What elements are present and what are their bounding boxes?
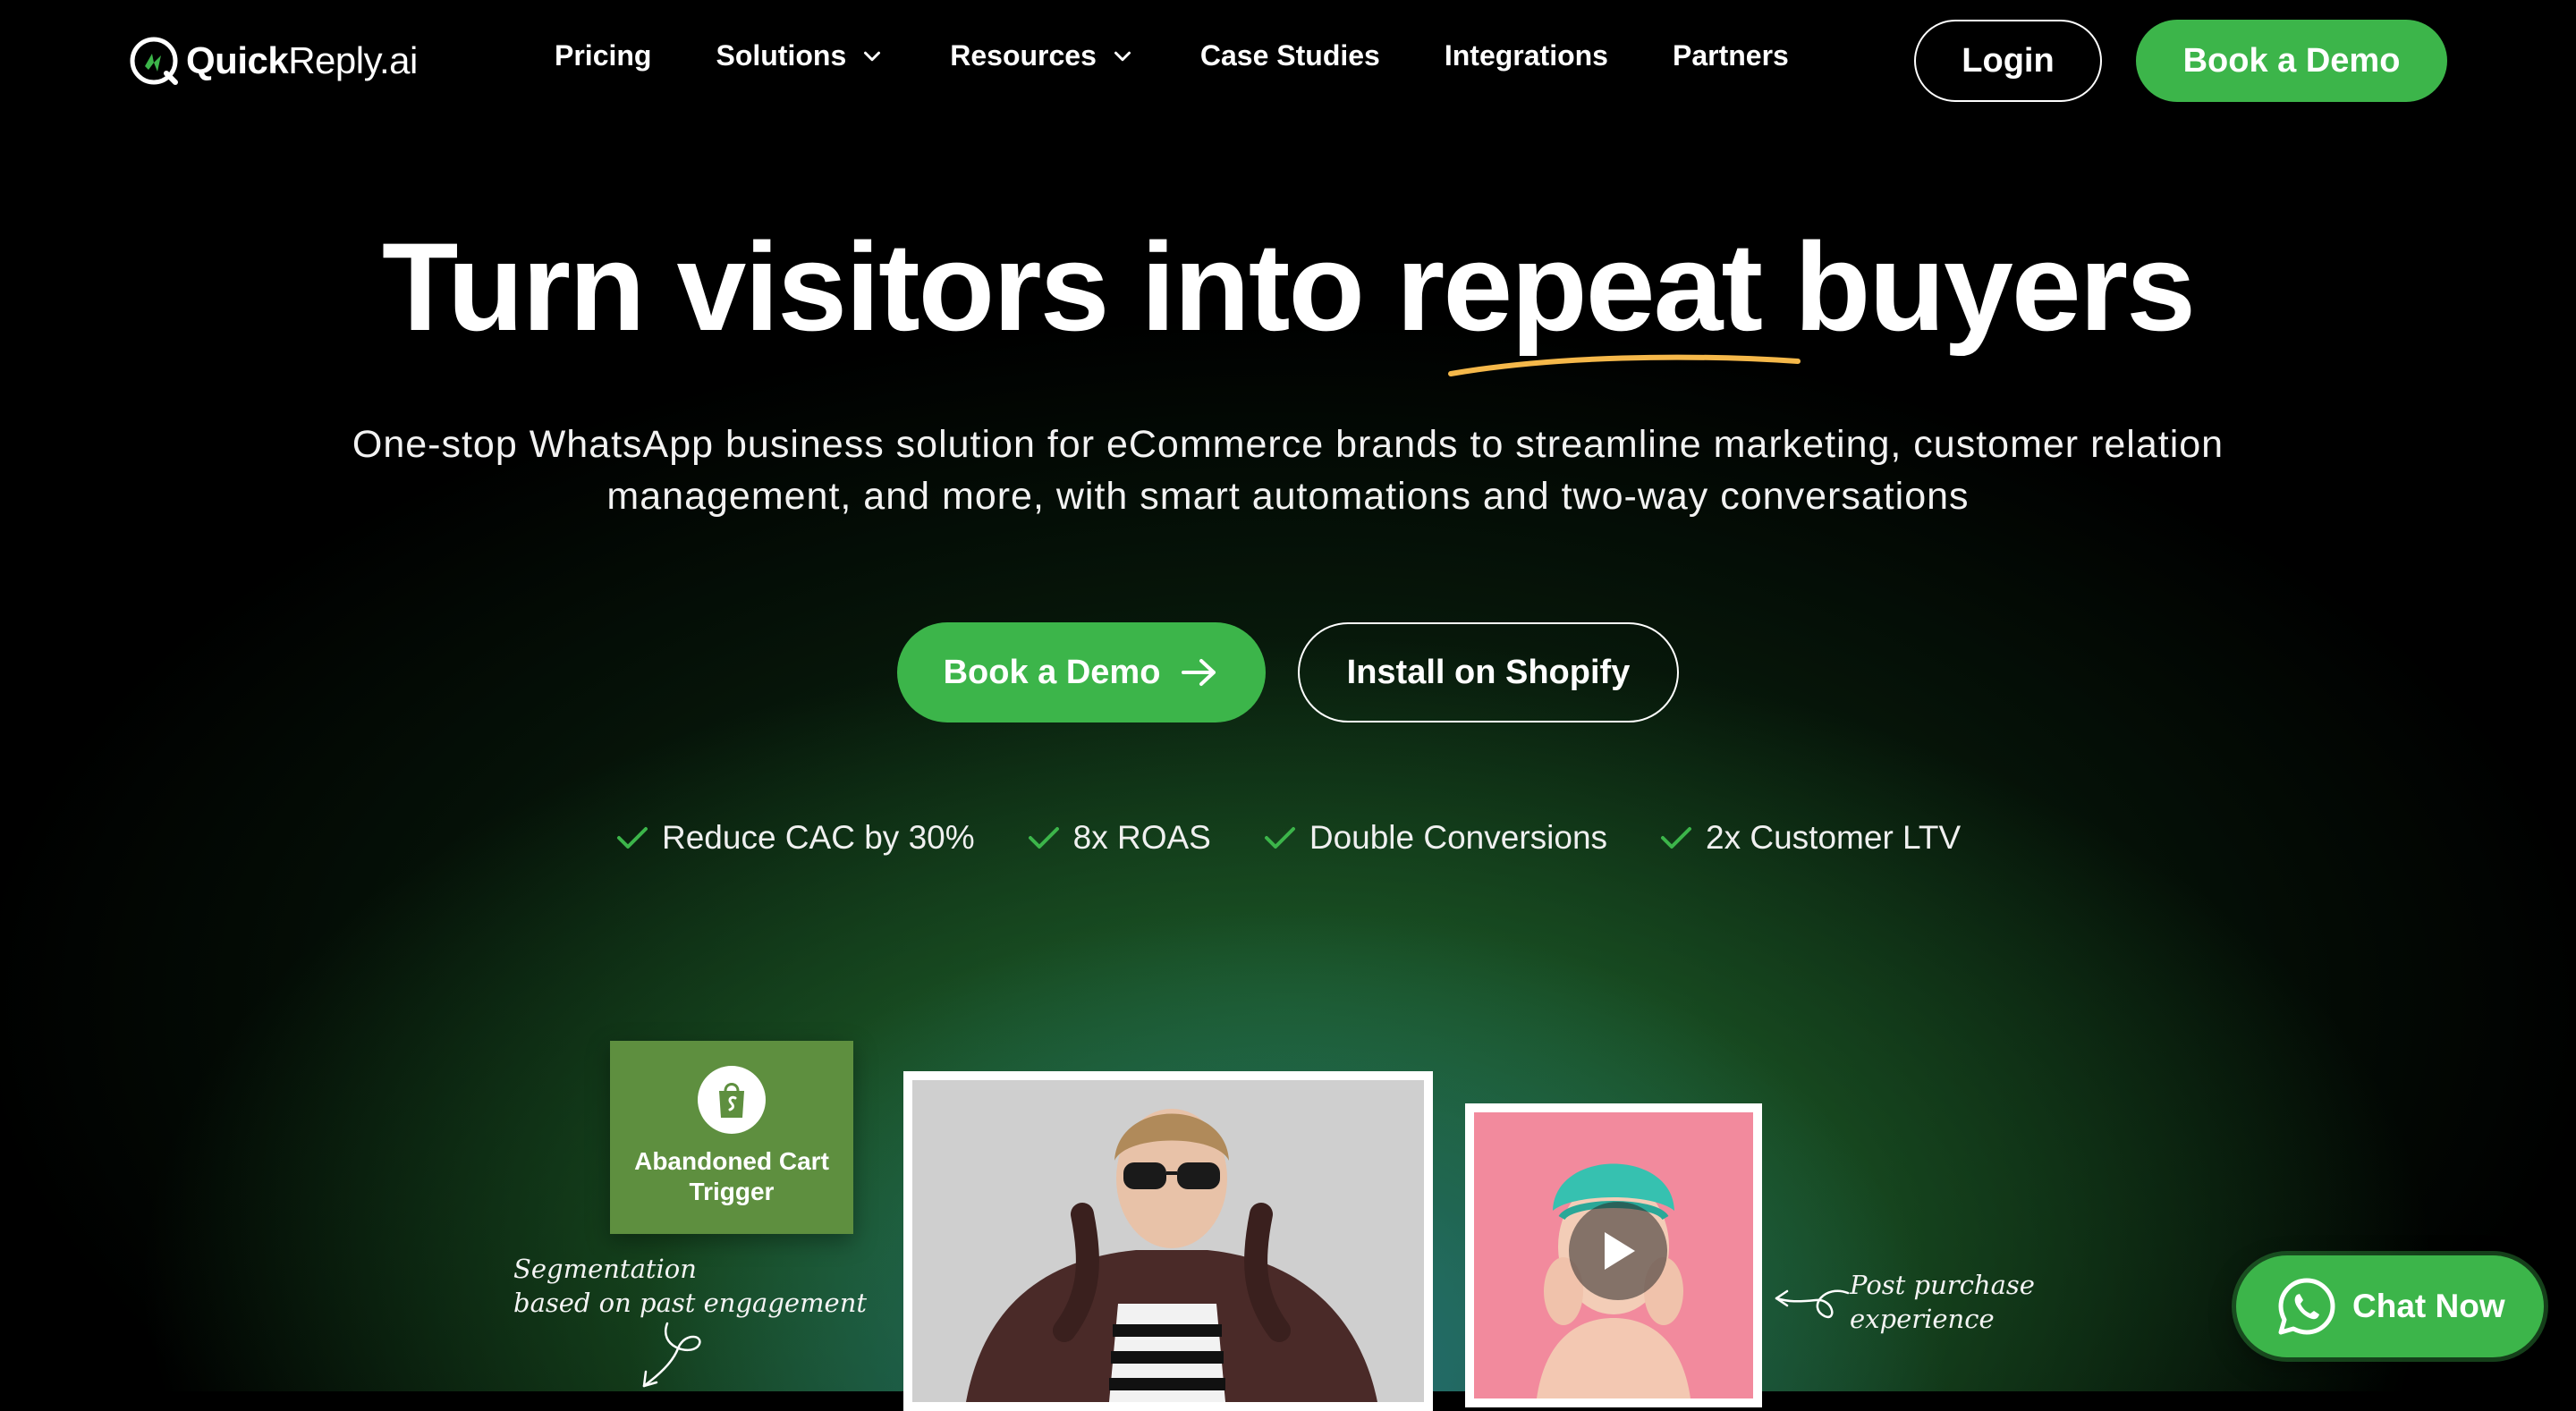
- check-icon: [1028, 827, 1059, 849]
- nav-item-partners[interactable]: Partners: [1673, 39, 1789, 72]
- chat-now-label: Chat Now: [2352, 1288, 2505, 1324]
- nav-item-label: Integrations: [1444, 39, 1608, 72]
- segmentation-note: Segmentation based on past engagement: [513, 1252, 867, 1320]
- play-icon[interactable]: [1569, 1202, 1667, 1300]
- nav-item-label: Case Studies: [1199, 39, 1380, 72]
- note-line: experience: [1850, 1304, 1995, 1334]
- fashion-model-photo: [912, 1080, 1424, 1402]
- hero-subtitle-line: management, and more, with smart automat…: [606, 475, 1970, 518]
- nav-item-resources[interactable]: Resources: [950, 39, 1136, 72]
- note-line: Post purchase: [1850, 1270, 2035, 1300]
- benefit-item: Reduce CAC by 30%: [615, 819, 975, 857]
- curly-arrow-down-icon: [642, 1322, 701, 1388]
- login-button[interactable]: Login: [1914, 20, 2102, 102]
- hero-subtitle: One-stop WhatsApp business solution for …: [268, 418, 2308, 522]
- chevron-down-icon: [1114, 51, 1131, 61]
- logo-text-bold: Quick: [186, 39, 289, 81]
- benefit-item: Double Conversions: [1263, 819, 1607, 857]
- trigger-label-line: Trigger: [689, 1178, 775, 1205]
- book-demo-button[interactable]: Book a Demo: [897, 622, 1266, 722]
- benefit-label: Double Conversions: [1309, 819, 1608, 856]
- trigger-label-line: Abandoned Cart: [634, 1147, 829, 1175]
- logo-icon: [130, 37, 178, 85]
- curly-arrow-left-icon: [1775, 1289, 1850, 1319]
- chevron-down-icon: [864, 51, 881, 61]
- skincare-video-thumbnail: [1474, 1112, 1753, 1398]
- fashion-product-image: [903, 1071, 1433, 1411]
- nav-item-label: Pricing: [555, 39, 652, 72]
- book-demo-label: Book a Demo: [943, 653, 1161, 691]
- nav-item-label: Solutions: [716, 39, 847, 72]
- benefit-item: 8x ROAS: [1027, 819, 1211, 857]
- abandoned-cart-trigger-card: Abandoned Cart Trigger: [610, 1041, 853, 1234]
- post-purchase-video-card[interactable]: [1465, 1103, 1762, 1407]
- logo-text-light: Reply.ai: [288, 39, 418, 81]
- benefit-label: 8x ROAS: [1072, 819, 1211, 856]
- nav-item-case-studies[interactable]: Case Studies: [1200, 39, 1380, 72]
- nav-links: Pricing Solutions Resources Case Studies…: [555, 39, 1853, 72]
- arrow-right-icon: [1182, 659, 1216, 686]
- check-icon: [617, 827, 648, 849]
- logo[interactable]: Quick Reply.ai: [127, 32, 418, 89]
- hero-headline: Turn visitors into repeat buyers: [381, 216, 2196, 357]
- check-icon: [1264, 827, 1295, 849]
- note-line: based on past engagement: [513, 1288, 868, 1318]
- note-line: Segmentation: [513, 1254, 697, 1284]
- install-on-shopify-button[interactable]: Install on Shopify: [1298, 622, 1679, 722]
- hero-subtitle-line: One-stop WhatsApp business solution for …: [352, 423, 2224, 466]
- book-demo-nav-button[interactable]: Book a Demo: [2136, 20, 2447, 102]
- headline-underline-decoration: [1448, 354, 1801, 376]
- benefits-list: Reduce CAC by 30% 8x ROAS Double Convers…: [615, 819, 2012, 857]
- top-navbar: Quick Reply.ai Pricing Solutions Resourc…: [0, 0, 2576, 123]
- shopify-bag-icon: [698, 1066, 766, 1134]
- nav-item-pricing[interactable]: Pricing: [555, 39, 651, 72]
- trigger-label: Abandoned Cart Trigger: [610, 1146, 853, 1207]
- nav-item-solutions[interactable]: Solutions: [716, 39, 886, 72]
- post-purchase-note: Post purchase experience: [1850, 1268, 2035, 1336]
- benefit-label: Reduce CAC by 30%: [662, 819, 975, 856]
- whatsapp-icon: [2278, 1278, 2335, 1335]
- nav-item-integrations[interactable]: Integrations: [1445, 39, 1608, 72]
- benefit-item: 2x Customer LTV: [1659, 819, 1961, 857]
- chat-now-button[interactable]: Chat Now: [2236, 1255, 2544, 1357]
- check-icon: [1661, 827, 1692, 849]
- benefit-label: 2x Customer LTV: [1706, 819, 1962, 856]
- nav-item-label: Partners: [1672, 39, 1789, 72]
- nav-item-label: Resources: [950, 39, 1097, 72]
